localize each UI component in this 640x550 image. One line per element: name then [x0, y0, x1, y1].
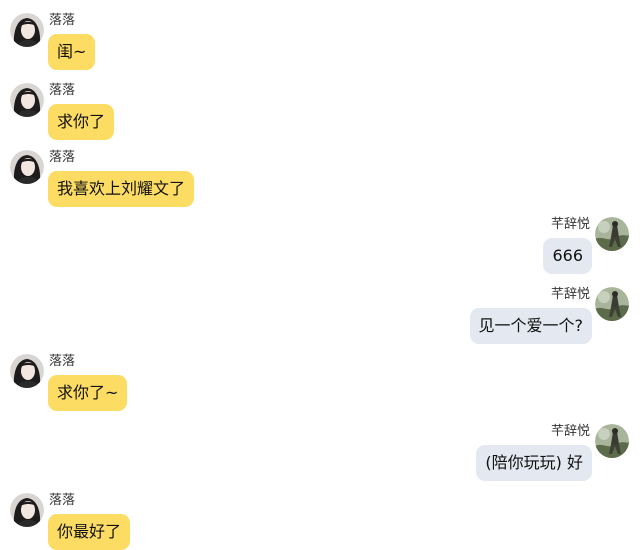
- message-bubble[interactable]: 你最好了: [48, 514, 131, 550]
- sender-name: 落落: [49, 13, 76, 28]
- sender-name: 芊辞悦: [550, 287, 590, 302]
- chat-message-list: 落落 闺~ 落落 求你了 落落 我喜欢上刘耀文了 芊辞悦 666 芊辞悦 见一个…: [0, 0, 640, 550]
- message-bubble[interactable]: 我喜欢上刘耀文了: [48, 171, 195, 207]
- message-bubble[interactable]: 求你了: [48, 104, 115, 140]
- sender-name: 落落: [49, 493, 76, 508]
- sender-name: 芊辞悦: [550, 217, 590, 232]
- sender-name: 落落: [49, 354, 76, 369]
- message-bubble[interactable]: 见一个爱一个?: [469, 308, 592, 344]
- sender-name: 芊辞悦: [550, 424, 590, 439]
- self-avatar[interactable]: [595, 424, 629, 458]
- self-avatar[interactable]: [595, 287, 629, 321]
- message-bubble[interactable]: 闺~: [48, 34, 96, 70]
- message-bubble[interactable]: 666: [543, 238, 592, 274]
- self-avatar[interactable]: [595, 217, 629, 251]
- sender-name: 落落: [49, 83, 76, 98]
- sender-name: 落落: [49, 150, 76, 165]
- sender-avatar[interactable]: [10, 13, 44, 47]
- sender-avatar[interactable]: [10, 150, 44, 184]
- message-bubble[interactable]: 求你了~: [48, 375, 128, 411]
- sender-avatar[interactable]: [10, 83, 44, 117]
- sender-avatar[interactable]: [10, 354, 44, 388]
- sender-avatar[interactable]: [10, 493, 44, 527]
- message-bubble[interactable]: (陪你玩玩) 好: [476, 445, 592, 481]
